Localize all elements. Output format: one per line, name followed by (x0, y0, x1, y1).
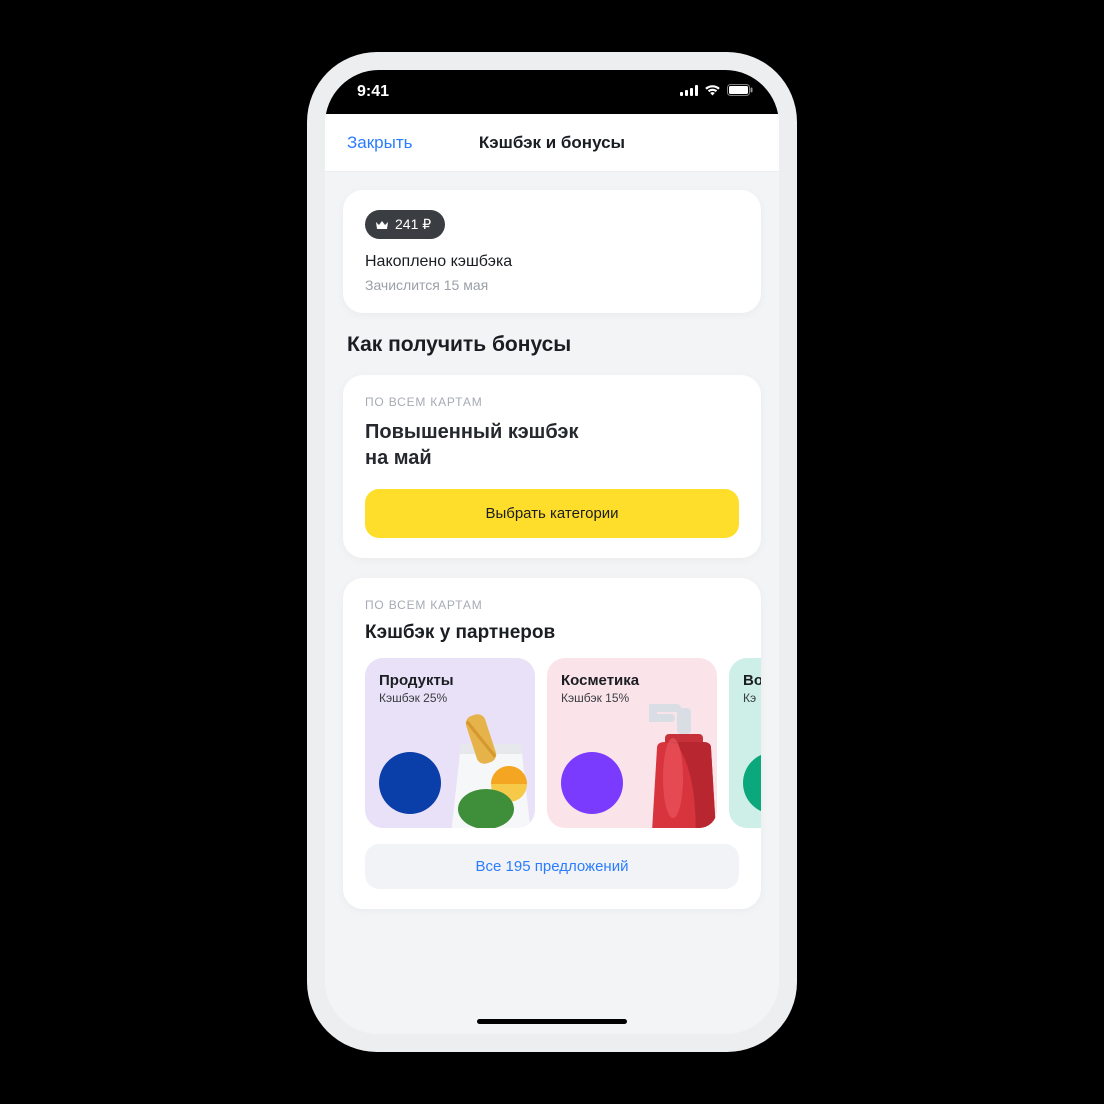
tile-sub: Кэ (743, 691, 761, 705)
partners-overline: ПО ВСЕМ КАРТАМ (365, 598, 761, 612)
wifi-icon (704, 84, 721, 96)
partner-tile-cosmetics[interactable]: Косметика Кэшбэк 15% (547, 658, 717, 828)
cashback-summary-card[interactable]: 241 ₽ Накоплено кэшбэка Зачислится 15 ма… (343, 190, 761, 313)
cashback-amount: 241 ₽ (395, 216, 431, 233)
phone-screen: 9:41 Закрыть Кэшбэк и бонусы 241 ₽ Накоп… (325, 70, 779, 1034)
status-bar: 9:41 (325, 70, 779, 114)
page-title: Кэшбэк и бонусы (479, 133, 625, 153)
partner-tile-products[interactable]: Продукты Кэшбэк 25% (365, 658, 535, 828)
tile-title: Косметика (561, 672, 703, 689)
phone-frame: 9:41 Закрыть Кэшбэк и бонусы 241 ₽ Накоп… (307, 52, 797, 1052)
battery-icon (727, 84, 753, 96)
home-indicator[interactable] (477, 1019, 627, 1024)
brand-dot (561, 752, 623, 814)
tile-title: Продукты (379, 672, 521, 689)
promo-title-line2: на май (365, 447, 432, 469)
status-time: 9:41 (357, 83, 389, 101)
partners-card: ПО ВСЕМ КАРТАМ Кэшбэк у партнеров Продук… (343, 578, 761, 909)
brand-dot (379, 752, 441, 814)
partner-tile-more[interactable]: Во Кэ (729, 658, 761, 828)
choose-categories-button[interactable]: Выбрать категории (365, 489, 739, 538)
promo-card[interactable]: ПО ВСЕМ КАРТАМ Повышенный кэшбэк на май … (343, 375, 761, 558)
scroll-body[interactable]: 241 ₽ Накоплено кэшбэка Зачислится 15 ма… (325, 172, 779, 1034)
close-button[interactable]: Закрыть (325, 133, 412, 153)
promo-title: Повышенный кэшбэк на май (365, 419, 739, 471)
section-heading-bonuses: Как получить бонусы (347, 333, 757, 357)
grocery-bag-icon (431, 714, 535, 828)
partner-tiles[interactable]: Продукты Кэшбэк 25% (365, 658, 761, 828)
cashback-label: Накоплено кэшбэка (365, 253, 739, 271)
brand-dot (743, 752, 761, 814)
tile-sub: Кэшбэк 25% (379, 691, 521, 705)
tile-title: Во (743, 672, 761, 689)
all-offers-button[interactable]: Все 195 предложений (365, 844, 739, 889)
cellular-icon (680, 85, 698, 96)
crown-icon (375, 219, 389, 231)
promo-title-line1: Повышенный кэшбэк (365, 421, 578, 443)
lotion-bottle-icon (617, 698, 717, 828)
content-area: Закрыть Кэшбэк и бонусы 241 ₽ Накоплено … (325, 114, 779, 1034)
notch (447, 70, 657, 104)
cashback-amount-pill: 241 ₽ (365, 210, 445, 239)
promo-overline: ПО ВСЕМ КАРТАМ (365, 395, 739, 409)
status-icons (680, 84, 753, 96)
cashback-sub: Зачислится 15 мая (365, 277, 739, 293)
partners-title: Кэшбэк у партнеров (365, 622, 761, 644)
nav-header: Закрыть Кэшбэк и бонусы (325, 114, 779, 172)
